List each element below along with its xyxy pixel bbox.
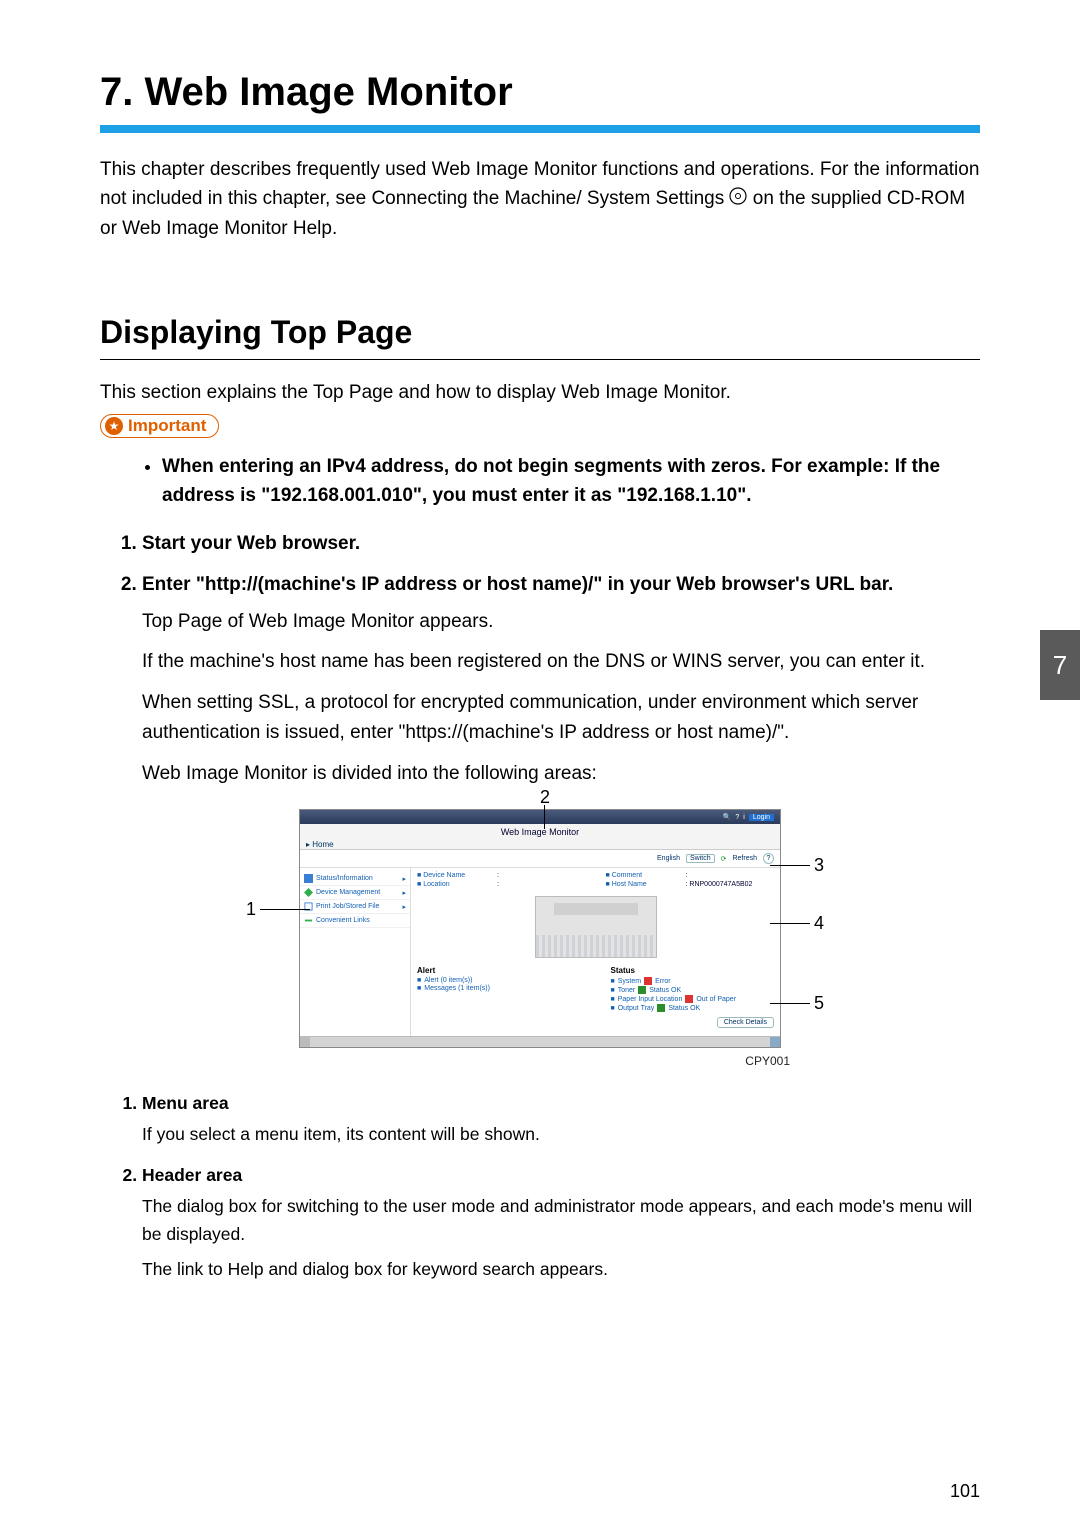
- callout-line: [544, 805, 545, 829]
- step-2-body-c: When setting SSL, a protocol for encrypt…: [142, 688, 980, 749]
- hostname-label: Host Name: [612, 881, 647, 888]
- lang-select[interactable]: English: [657, 855, 680, 862]
- callout-line: [770, 1003, 810, 1004]
- ok-icon: [638, 986, 646, 994]
- wim-work-area: ■ Device Name: ■ Location: ■ Comment: ■ …: [411, 868, 780, 1036]
- wim-menu-area: Status/Information ▸ Device Management ▸…: [300, 868, 411, 1036]
- step-2-body: Top Page of Web Image Monitor appears. I…: [142, 607, 980, 789]
- status-section: Alert ■ Alert (0 item(s)) ■ Messages (1 …: [417, 966, 774, 1028]
- callout-1: 1: [246, 899, 256, 920]
- menu-print-job[interactable]: Print Job/Stored File ▸: [300, 900, 410, 914]
- header-info-icon: i: [743, 814, 745, 821]
- figure-code: CPY001: [260, 1054, 820, 1068]
- step-2-body-a: Top Page of Web Image Monitor appears.: [142, 607, 980, 637]
- check-details-button[interactable]: Check Details: [717, 1017, 774, 1028]
- alert-heading: Alert: [417, 966, 581, 975]
- help-button[interactable]: ?: [763, 853, 774, 864]
- chapter-tab: 7: [1040, 630, 1080, 700]
- callout-line: [260, 909, 310, 910]
- def-body-line: The link to Help and dialog box for keyw…: [142, 1256, 980, 1283]
- wim-body: Status/Information ▸ Device Management ▸…: [300, 868, 780, 1036]
- important-bullet: When entering an IPv4 address, do not be…: [162, 452, 980, 511]
- document-page: 7. Web Image Monitor This chapter descri…: [0, 0, 1080, 1532]
- wim-subheader: English Switch ⟳ Refresh ?: [300, 850, 780, 868]
- important-badge: ★ Important: [100, 414, 219, 438]
- alert-item[interactable]: ■ Messages (1 item(s)): [417, 985, 581, 992]
- header-help-icon: ?: [735, 814, 739, 821]
- step-1-text: Start your Web browser.: [142, 533, 360, 554]
- def-header-area: Header area The dialog box for switching…: [142, 1162, 980, 1283]
- page-number: 101: [950, 1481, 980, 1502]
- figure: 2 1 3 4 5 🔍 ? i Login Web Image Monitor …: [260, 809, 820, 1068]
- hostname-value: RNP0000747A5B02: [689, 881, 752, 888]
- step-2: Enter "http://(machine's IP address or h…: [142, 569, 980, 789]
- menu-convenient-links[interactable]: Convenient Links: [300, 914, 410, 928]
- device-name-label: Device Name: [423, 872, 465, 879]
- header-search-icon: 🔍: [723, 813, 732, 821]
- chapter-title: 7. Web Image Monitor: [100, 70, 980, 115]
- chapter-divider: [100, 125, 980, 133]
- def-body: The dialog box for switching to the user…: [142, 1193, 980, 1282]
- menu-label: Device Management: [316, 889, 380, 896]
- section-intro: This section explains the Top Page and h…: [100, 382, 980, 404]
- important-list: When entering an IPv4 address, do not be…: [100, 452, 980, 511]
- status-row: ■ Paper Input Location Out of Paper: [611, 995, 775, 1003]
- def-body-line: The dialog box for switching to the user…: [142, 1193, 980, 1247]
- login-button[interactable]: Login: [749, 814, 774, 821]
- printer-image: [535, 896, 657, 958]
- def-body: If you select a menu item, its content w…: [142, 1121, 980, 1148]
- callout-line: [770, 923, 810, 924]
- def-menu-area: Menu area If you select a menu item, its…: [142, 1090, 980, 1148]
- step-1: Start your Web browser.: [142, 528, 980, 560]
- warn-icon: [685, 995, 693, 1003]
- callout-3: 3: [814, 855, 824, 876]
- menu-label: Status/Information: [316, 875, 373, 882]
- callout-line: [770, 865, 810, 866]
- menu-device-mgmt[interactable]: Device Management ▸: [300, 886, 410, 900]
- scrollbar[interactable]: [300, 1036, 780, 1047]
- menu-label: Convenient Links: [316, 917, 370, 924]
- status-row: ■ Toner Status OK: [611, 986, 775, 994]
- important-label: Important: [128, 416, 206, 436]
- star-icon: ★: [105, 417, 123, 435]
- cd-icon: [729, 185, 747, 214]
- def-title: Header area: [142, 1165, 242, 1185]
- wim-home-link[interactable]: ▸ Home: [300, 840, 780, 850]
- location-label: Location: [423, 881, 449, 888]
- step-2-body-b: If the machine's host name has been regi…: [142, 647, 980, 677]
- status-row: ■ Output Tray Status OK: [611, 1004, 775, 1012]
- wim-screenshot: 🔍 ? i Login Web Image Monitor ▸ Home Eng…: [299, 809, 781, 1048]
- menu-label: Print Job/Stored File: [316, 903, 379, 910]
- wim-home-label: Home: [312, 840, 333, 849]
- callout-4: 4: [814, 913, 824, 934]
- definitions-list: Menu area If you select a menu item, its…: [100, 1090, 980, 1283]
- refresh-label: Refresh: [732, 855, 757, 862]
- menu-status-info[interactable]: Status/Information ▸: [300, 872, 410, 886]
- wim-title: Web Image Monitor: [300, 824, 780, 840]
- status-heading: Status: [611, 966, 775, 975]
- section-divider: [100, 359, 980, 360]
- callout-2: 2: [540, 787, 550, 808]
- callout-5: 5: [814, 993, 824, 1014]
- chapter-intro: This chapter describes frequently used W…: [100, 155, 980, 244]
- status-row: ■ System Error: [611, 977, 775, 985]
- switch-button[interactable]: Switch: [686, 854, 715, 863]
- step-2-text: Enter "http://(machine's IP address or h…: [142, 574, 893, 595]
- wim-header-bar: 🔍 ? i Login: [300, 810, 780, 824]
- section-title: Displaying Top Page: [100, 314, 980, 351]
- comment-label: Comment: [612, 872, 642, 879]
- ok-icon: [657, 1004, 665, 1012]
- steps-list: Start your Web browser. Enter "http://(m…: [100, 528, 980, 789]
- refresh-icon[interactable]: ⟳: [721, 855, 727, 863]
- alert-item[interactable]: ■ Alert (0 item(s)): [417, 977, 581, 984]
- step-2-body-d: Web Image Monitor is divided into the fo…: [142, 759, 980, 789]
- error-icon: [644, 977, 652, 985]
- def-title: Menu area: [142, 1093, 229, 1113]
